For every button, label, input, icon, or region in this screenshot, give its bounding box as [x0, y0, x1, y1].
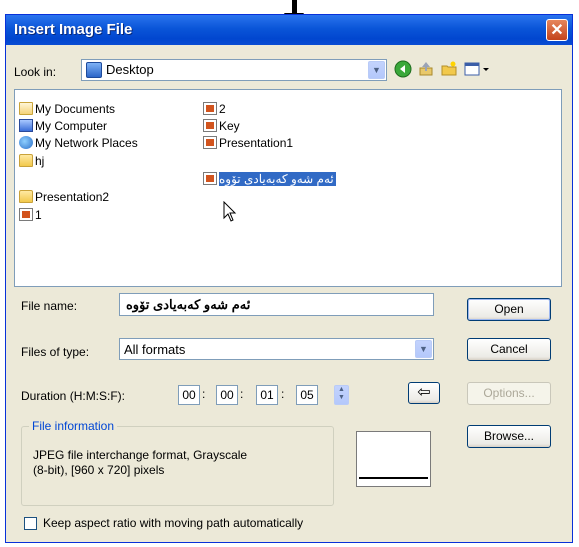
files-of-type-select[interactable]: All formats ▼ [119, 338, 434, 360]
folder-icon [19, 154, 33, 167]
pointer-arrow-shaft [292, 0, 297, 14]
list-item-label: My Documents [35, 102, 116, 116]
desktop-icon [86, 62, 102, 78]
files-of-type-value: All formats [124, 342, 186, 357]
list-item-label: 2 [219, 102, 226, 116]
list-item[interactable]: My Documents [19, 101, 115, 118]
list-item[interactable]: My Computer [19, 118, 107, 135]
look-in-label: Look in: [14, 65, 57, 79]
mouse-cursor-icon [223, 200, 237, 226]
keep-aspect-label[interactable]: Keep aspect ratio with moving path autom… [43, 516, 303, 530]
open-button[interactable]: Open [467, 298, 551, 321]
duration-label: Duration (H:M:S:F): [21, 389, 126, 403]
file-information-legend: File information [29, 419, 118, 433]
browse-button-label: Browse... [483, 429, 534, 443]
keep-aspect-checkbox[interactable] [24, 517, 37, 530]
options-button[interactable]: Options... [467, 382, 551, 405]
list-item-label: hj [35, 154, 45, 168]
presentation-file-icon [203, 172, 217, 185]
files-of-type-label: Files of type: [21, 345, 90, 359]
list-item-label: Key [219, 119, 240, 133]
insert-image-dialog: Insert Image File ✕ Look in: Desktop ▼ M… [5, 14, 573, 543]
file-name-label: File name: [21, 299, 78, 313]
duration-separator: : [202, 387, 206, 401]
my-computer-icon [19, 119, 33, 132]
list-item[interactable]: Presentation1 [203, 135, 293, 152]
options-button-label: Options... [483, 386, 535, 400]
list-item-label: Presentation1 [219, 136, 294, 150]
list-item[interactable]: hj [19, 153, 44, 170]
look-in-select[interactable]: Desktop ▼ [81, 59, 387, 81]
spin-down-icon[interactable]: ▼ [335, 394, 348, 402]
duration-spinner[interactable]: ▲ ▼ [334, 385, 349, 405]
chevron-down-icon[interactable]: ▼ [368, 61, 385, 79]
list-item[interactable]: My Network Places [19, 135, 138, 152]
window-title: Insert Image File [14, 21, 133, 38]
list-item-label: ئەم شەو كەبەيادى تۆوە [219, 172, 336, 186]
list-item-label: My Network Places [35, 136, 138, 150]
list-item-label: 1 [35, 208, 42, 222]
chevron-down-icon[interactable]: ▼ [415, 340, 432, 358]
left-arrow-icon: ⇦ [417, 384, 431, 401]
duration-minutes-field[interactable]: 00 [216, 385, 238, 405]
file-list[interactable]: My Documents My Computer My Network Plac… [14, 89, 562, 287]
presentation-file-icon [203, 102, 217, 115]
browse-button[interactable]: Browse... [467, 425, 551, 448]
duration-separator: : [240, 387, 244, 401]
duration-separator: : [281, 387, 285, 401]
duration-hours-value: 00 [182, 388, 196, 402]
network-places-icon [19, 136, 33, 149]
my-documents-icon [19, 102, 33, 115]
insert-arrow-button[interactable]: ⇦ [408, 382, 440, 404]
title-bar[interactable]: Insert Image File ✕ [6, 15, 572, 45]
duration-hours-field[interactable]: 00 [178, 385, 200, 405]
file-info-line-1: JPEG file interchange format, Grayscale [33, 448, 248, 462]
spin-up-icon[interactable]: ▲ [335, 386, 348, 394]
duration-seconds-field[interactable]: 01 [256, 385, 278, 405]
views-menu-icon[interactable] [462, 60, 492, 80]
close-button[interactable]: ✕ [546, 19, 568, 41]
list-item[interactable]: 2 [203, 101, 226, 118]
presentation-file-icon [19, 208, 33, 221]
duration-frames-field[interactable]: 05 [296, 385, 318, 405]
list-item[interactable]: Presentation2 [19, 189, 109, 206]
image-preview [356, 431, 431, 487]
folder-icon [19, 190, 33, 203]
preview-image-strip [359, 477, 428, 479]
presentation-file-icon [203, 136, 217, 149]
duration-minutes-value: 00 [220, 388, 234, 402]
cancel-button[interactable]: Cancel [467, 338, 551, 361]
file-name-value: ئەم شەو كەبەيادى تۆوە [126, 297, 251, 312]
duration-frames-value: 05 [300, 388, 314, 402]
list-item-selected[interactable]: ئەم شەو كەبەيادى تۆوە [203, 171, 336, 188]
cancel-button-label: Cancel [490, 342, 528, 356]
duration-seconds-value: 01 [260, 388, 274, 402]
up-folder-icon[interactable] [416, 60, 436, 80]
look-in-value: Desktop [106, 62, 154, 77]
list-item-label: My Computer [35, 119, 108, 133]
list-item[interactable]: 1 [19, 207, 42, 224]
list-item-label: Presentation2 [35, 190, 110, 204]
presentation-file-icon [203, 119, 217, 132]
new-folder-icon[interactable] [439, 60, 459, 80]
list-item[interactable]: Key [203, 118, 240, 135]
file-info-line-2: (8-bit), [960 x 720] pixels [33, 463, 165, 477]
back-arrow-icon[interactable] [393, 60, 413, 80]
close-icon: ✕ [550, 22, 564, 39]
file-name-field[interactable]: ئەم شەو كەبەيادى تۆوە [119, 293, 434, 316]
open-button-label: Open [494, 302, 524, 316]
